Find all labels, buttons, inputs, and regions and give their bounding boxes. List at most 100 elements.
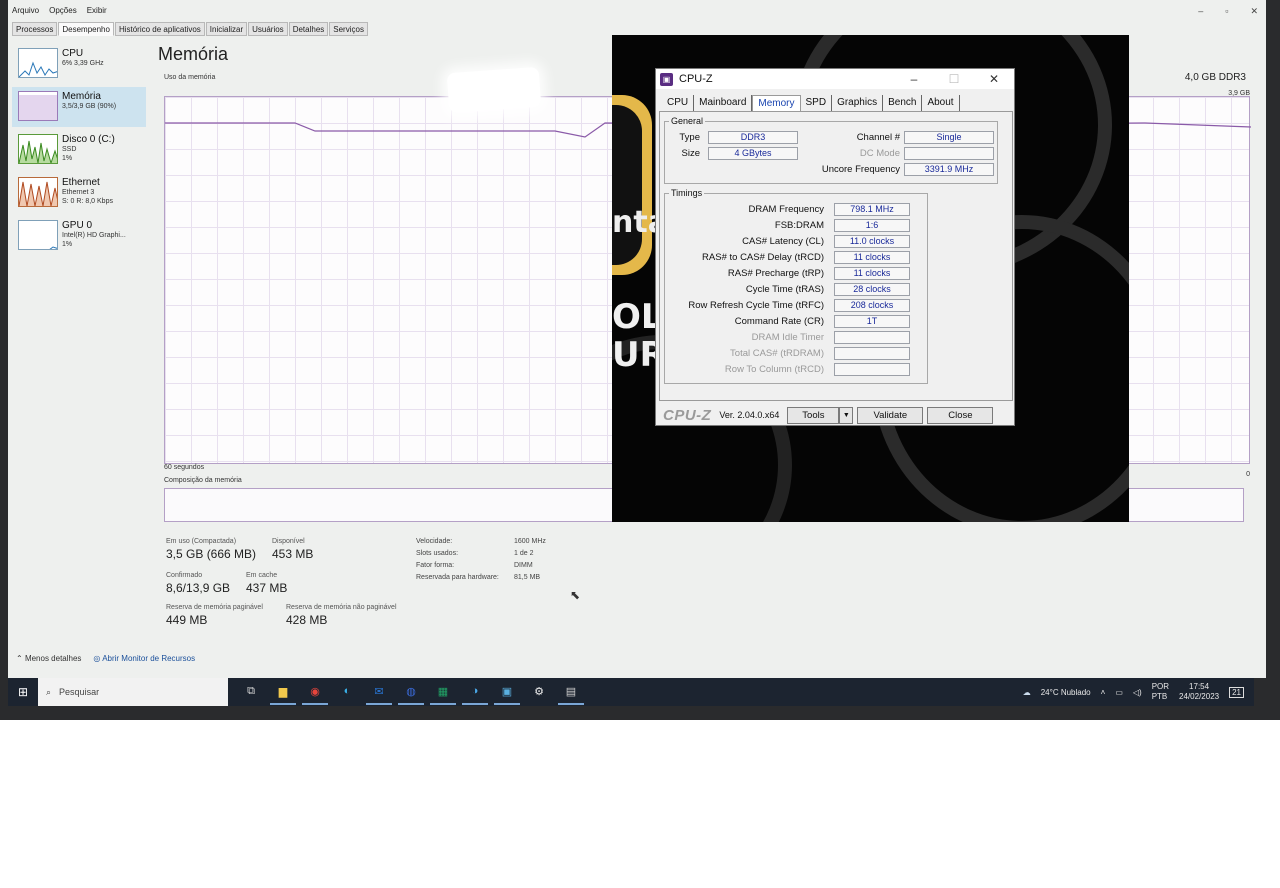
tab-historico[interactable]: Histórico de aplicativos [114, 22, 205, 36]
sidebar-item-label: GPU 0 [62, 220, 93, 231]
menu-arquivo[interactable]: Arquivo [12, 6, 39, 20]
language-indicator[interactable]: POR PTB [1152, 682, 1169, 702]
tab-usuarios[interactable]: Usuários [248, 22, 288, 36]
tab-detalhes[interactable]: Detalhes [288, 22, 329, 36]
task-view-icon[interactable]: ⧉ [238, 679, 264, 705]
settings-gear-icon[interactable]: ⚙ [526, 679, 552, 705]
search-box[interactable]: ⌕ Pesquisar [38, 678, 228, 706]
sidebar-item-sub: Intel(R) HD Graphi... [62, 232, 126, 239]
sidebar-item-ethernet[interactable]: Ethernet Ethernet 3 S: 0 R: 8,0 Kbps [12, 173, 146, 213]
weather-icon: ☁ [1022, 687, 1031, 697]
notification-icon[interactable]: 21 [1229, 686, 1244, 698]
tab-processos[interactable]: Processos [12, 22, 58, 36]
tab-mainboard[interactable]: Mainboard [694, 95, 753, 111]
excel-icon[interactable]: ▦ [430, 679, 456, 705]
slots-value: 1 de 2 [514, 550, 534, 557]
cpuz-tabs: CPU Mainboard Memory SPD Graphics Bench … [662, 95, 960, 111]
hw-reserved-label: Reservada para hardware: [416, 574, 499, 581]
poster-badge-inner [612, 105, 642, 265]
tab-memory[interactable]: Memory [752, 95, 801, 111]
validate-button[interactable]: Validate [857, 406, 924, 424]
sidebar-item-sub: SSD [62, 146, 77, 153]
uncore-value: 3391.9 MHz [904, 163, 994, 176]
menu-opcoes[interactable]: Opções [49, 6, 77, 20]
remote-desktop-icon[interactable]: ▣ [494, 679, 520, 705]
tab-servicos[interactable]: Serviços [329, 22, 368, 36]
network-icon[interactable]: ▭ [1115, 688, 1123, 697]
type-value: DDR3 [708, 131, 798, 144]
tab-inicializar[interactable]: Inicializar [205, 22, 248, 36]
volume-icon[interactable]: ◁) [1133, 688, 1142, 697]
stat-in-use: Em uso (Compactada) 3,5 GB (666 MB) [166, 538, 257, 561]
sidebar-item-disco[interactable]: Disco 0 (C:) SSD 1% [12, 130, 146, 170]
hw-reserved-value: 81,5 MB [514, 574, 541, 581]
browser-icon[interactable]: ◑ [462, 679, 488, 705]
timing-row: DRAM Idle Timer [666, 331, 910, 344]
tab-about[interactable]: About [922, 95, 960, 111]
timing-value: 208 clocks [834, 299, 910, 312]
tab-spd[interactable]: SPD [801, 95, 833, 111]
maximize-icon[interactable]: ☐ [934, 69, 974, 89]
timing-value [834, 331, 910, 344]
tab-graphics[interactable]: Graphics [832, 95, 884, 111]
type-label: Type [679, 132, 700, 143]
sidebar-item-cpu[interactable]: CPU 6% 3,39 GHz [12, 44, 146, 84]
minimize-icon[interactable]: – [1198, 6, 1203, 17]
sidebar-item-sub: 1% [62, 241, 73, 248]
sidebar-item-memoria[interactable]: Memória 3,5/3,9 GB (90%) [12, 87, 146, 127]
edge-icon[interactable]: ◐ [334, 679, 360, 705]
search-placeholder: Pesquisar [59, 687, 100, 697]
timing-value: 11 clocks [834, 251, 910, 264]
timing-label: Total CAS# (tRDRAM) [730, 348, 824, 359]
tab-desempenho[interactable]: Desempenho [58, 22, 114, 36]
maximize-icon[interactable]: ▫ [1225, 6, 1228, 17]
timing-label: FSB:DRAM [774, 220, 824, 231]
weather-text[interactable]: 24°C Nublado [1041, 688, 1091, 697]
tab-bench[interactable]: Bench [883, 95, 923, 111]
clock[interactable]: 17:54 24/02/2023 [1179, 682, 1219, 702]
minimize-icon[interactable]: – [894, 69, 934, 89]
timings-legend: Timings [671, 188, 703, 198]
stat-committed: Confirmado 8,6/13,9 GB [166, 572, 231, 595]
tools-dropdown-icon[interactable]: ▼ [839, 406, 854, 424]
less-details-link[interactable]: ⌃ Menos detalhes [16, 654, 81, 663]
tools-button[interactable]: Tools [787, 406, 840, 424]
stat-nonpaged-pool: Reserva de memória não paginável 428 MB [286, 604, 397, 627]
timing-value: 798.1 MHz [834, 203, 910, 216]
close-icon[interactable]: ✕ [1250, 6, 1258, 17]
timing-value [834, 363, 910, 376]
file-explorer-icon[interactable]: ▆ [270, 679, 296, 705]
tab-cpu[interactable]: CPU [662, 95, 695, 111]
timing-row: RAS# Precharge (tRP) 11 clocks [666, 267, 910, 280]
menu-exibir[interactable]: Exibir [87, 6, 107, 20]
search-icon: ⌕ [46, 686, 52, 697]
task-manager-tabs: Processos Desempenho Histórico de aplica… [12, 22, 369, 36]
close-icon[interactable]: ✕ [974, 69, 1014, 89]
close-button[interactable]: Close [927, 406, 994, 424]
ethernet-thumbnail [18, 177, 58, 207]
timing-value: 1:6 [834, 219, 910, 232]
app-badge-icon[interactable]: ◍ [398, 679, 424, 705]
timing-value: 11 clocks [834, 267, 910, 280]
sidebar-item-gpu[interactable]: GPU 0 Intel(R) HD Graphi... 1% [12, 216, 146, 256]
timing-value: 11.0 clocks [834, 235, 910, 248]
cpuz-version: Ver. 2.04.0.x64 [719, 410, 780, 420]
cpuz-titlebar[interactable]: ▣ CPU-Z – ☐ ✕ [656, 69, 1014, 89]
form-factor-value: DIMM [514, 562, 533, 569]
timing-row: DRAM Frequency 798.1 MHz [666, 203, 910, 216]
slots-label: Slots usados: [416, 550, 459, 557]
cpuz-memory-panel: General Type DDR3 Size 4 GBytes Channel … [659, 111, 1013, 401]
windows-icon: ⊞ [17, 685, 29, 699]
cpuz-taskbar-icon[interactable]: ▤ [558, 679, 584, 705]
performance-sidebar: CPU 6% 3,39 GHz Memória 3,5/3,9 GB (90%)… [12, 44, 146, 259]
timing-row: Row To Column (tRCD) [666, 363, 910, 376]
graph-label: Uso da memória [164, 74, 216, 81]
resource-monitor-link[interactable]: ◎ Abrir Monitor de Recursos [93, 654, 195, 663]
timing-row: Total CAS# (tRDRAM) [666, 347, 910, 360]
outlook-icon[interactable]: ✉ [366, 679, 392, 705]
chrome-icon[interactable]: ◉ [302, 679, 328, 705]
tray-chevron-icon[interactable]: ˄ [1101, 688, 1106, 697]
composition-label: Composição da memória [164, 477, 242, 484]
dcmode-value [904, 147, 994, 160]
start-button[interactable]: ⊞ [8, 678, 38, 706]
